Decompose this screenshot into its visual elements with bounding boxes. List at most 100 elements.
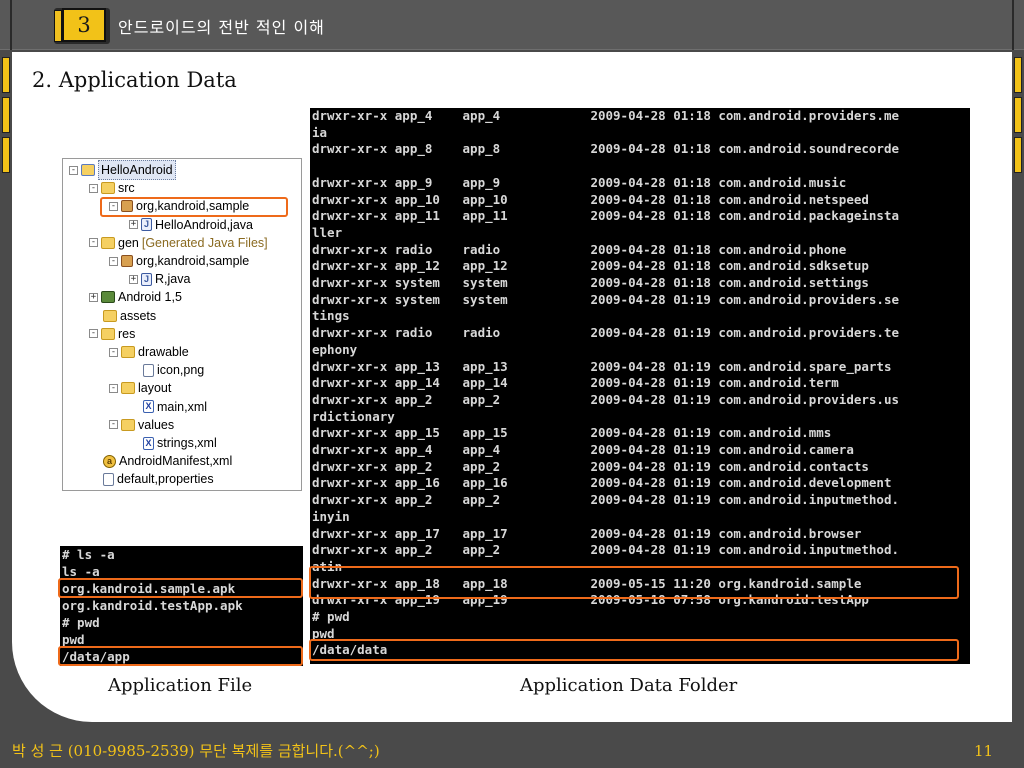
tree-item[interactable]: Xmain,xml (129, 398, 207, 416)
collapse-icon[interactable]: - (109, 383, 118, 393)
file-icon (143, 363, 154, 377)
folder-icon (103, 309, 117, 322)
terminal-line: inyin (312, 508, 350, 524)
terminal-line: drwxr-xr-x app_8 app_8 2009-04-28 01:18 … (312, 141, 899, 157)
package-icon (121, 255, 133, 267)
tree-item[interactable]: + J HelloAndroid,java (129, 216, 253, 234)
tree-item-label: org,kandroid,sample (136, 254, 250, 268)
terminal-line: drwxr-xr-x app_2 app_2 2009-04-28 01:19 … (312, 458, 869, 474)
collapse-icon[interactable]: - (89, 238, 98, 248)
collapse-icon[interactable]: - (69, 165, 78, 175)
tree-item-label: drawable (138, 345, 189, 359)
tree-item-label: main,xml (157, 399, 208, 414)
terminal-line: drwxr-xr-x radio radio 2009-04-28 01:19 … (312, 325, 899, 341)
highlight-app-data-folder (309, 566, 959, 599)
terminal-line: # pwd (62, 615, 100, 630)
highlight-package-src (100, 197, 288, 217)
highlight-data-data-path (309, 639, 959, 661)
footer-page-number: 11 (974, 742, 994, 760)
terminal-line: drwxr-xr-x app_11 app_11 2009-04-28 01:1… (312, 208, 899, 224)
terminal-line: drwxr-xr-x app_17 app_17 2009-04-28 01:1… (312, 525, 862, 541)
folder-icon (101, 236, 115, 249)
tree-item-label: default,properties (117, 472, 214, 487)
tree-item-label: assets (120, 308, 157, 323)
tree-item[interactable]: - drawable (109, 343, 189, 361)
tree-item[interactable]: default,properties (89, 470, 214, 488)
slide-title: 2. Application Data (32, 68, 237, 92)
tree-item[interactable]: - values (109, 416, 174, 434)
collapse-icon[interactable]: - (89, 183, 98, 193)
manifest-icon: a (103, 454, 116, 468)
terminal-line: ia (312, 124, 328, 140)
right-tab-3 (1014, 137, 1022, 173)
tree-item[interactable]: assets (89, 307, 156, 325)
right-tab-1 (1014, 57, 1022, 93)
tree-item[interactable]: - src (89, 179, 135, 197)
highlight-apk-file (58, 578, 303, 598)
chapter-title: 안드로이드의 전반 적인 이해 (118, 18, 325, 37)
xml-file-icon: X (143, 436, 154, 450)
caption-application-data-folder: Application Data Folder (520, 675, 738, 696)
folder-icon (121, 346, 135, 358)
terminal-line: # pwd (312, 609, 350, 624)
tree-item[interactable]: - org,kandroid,sample (109, 252, 249, 270)
terminal-line: org.kandroid.testApp.apk (62, 598, 243, 613)
tree-item-label: R,java (155, 272, 191, 287)
terminal-line: drwxr-xr-x system system 2009-04-28 01:1… (312, 291, 899, 307)
terminal-line: tings (312, 308, 350, 324)
tree-item-label: values (138, 417, 175, 432)
tree-item[interactable]: - layout (109, 379, 171, 397)
collapse-icon[interactable]: - (109, 256, 118, 266)
terminal-line: drwxr-xr-x app_2 app_2 2009-04-28 01:19 … (312, 492, 899, 508)
tree-item[interactable]: - res (89, 325, 135, 343)
tree-item-label: icon,png (157, 363, 205, 378)
collapse-icon[interactable]: - (109, 420, 118, 430)
tree-item[interactable]: Xstrings,xml (129, 434, 217, 452)
terminal-line: drwxr-xr-x system system 2009-04-28 01:1… (312, 275, 869, 290)
terminal-line: drwxr-xr-x app_2 app_2 2009-04-28 01:19 … (312, 391, 899, 407)
tree-item[interactable]: - gen [Generated Java Files] (89, 234, 268, 252)
folder-icon (121, 382, 135, 395)
expand-icon[interactable]: + (129, 274, 138, 284)
left-tab-1 (2, 57, 10, 93)
chapter-number-badge: 3 (62, 8, 106, 42)
terminal-line: rdictionary (312, 408, 395, 424)
terminal-line: drwxr-xr-x app_12 app_12 2009-04-28 01:1… (312, 258, 869, 274)
tree-item[interactable]: + Android 1,5 (89, 288, 182, 306)
tree-item[interactable]: - HelloAndroid (69, 160, 176, 180)
expand-icon[interactable]: + (129, 220, 138, 230)
header-frame-left (10, 0, 12, 50)
tree-item-label: src (118, 181, 135, 196)
slide-header: 3 안드로이드의 전반 적인 이해 (0, 0, 1024, 50)
expand-icon[interactable]: + (89, 292, 98, 302)
terminal-line: drwxr-xr-x app_16 app_16 2009-04-28 01:1… (312, 475, 892, 491)
header-frame-right (1012, 0, 1014, 50)
terminal-line: # ls -a (62, 547, 115, 562)
tree-item-label: strings,xml (157, 436, 217, 450)
right-tab-2 (1014, 97, 1022, 133)
tree-item[interactable]: icon,png (129, 361, 204, 379)
terminal-line: ls -a (62, 564, 100, 579)
caption-application-file: Application File (108, 675, 253, 696)
collapse-icon[interactable]: - (109, 347, 118, 357)
left-tab-2 (2, 97, 10, 133)
terminal-line: drwxr-xr-x app_2 app_2 2009-04-28 01:19 … (312, 542, 899, 558)
folder-icon (101, 327, 115, 340)
tree-item-label: res (118, 326, 136, 341)
terminal-line: ller (312, 224, 343, 240)
file-icon (103, 472, 114, 486)
terminal-line: drwxr-xr-x app_10 app_10 2009-04-28 01:1… (312, 191, 869, 207)
highlight-data-app-path (58, 646, 303, 666)
tree-item-label: layout (138, 381, 172, 396)
terminal-line: ephony (312, 341, 358, 357)
collapse-icon[interactable]: - (89, 329, 98, 339)
tree-item-label: HelloAndroid,java (155, 217, 253, 232)
tree-item-label: HelloAndroid (98, 160, 176, 180)
terminal-line: drwxr-xr-x app_15 app_15 2009-04-28 01:1… (312, 425, 832, 441)
terminal-line: drwxr-xr-x app_4 app_4 2009-04-28 01:19 … (312, 442, 854, 457)
footer-author: 박 성 근 (010-9985-2539) 무단 복제를 금합니다.(^^;) (12, 742, 380, 760)
java-file-icon: J (141, 218, 152, 232)
tree-item[interactable]: + J R,java (129, 270, 190, 288)
terminal-line: drwxr-xr-x app_14 app_14 2009-04-28 01:1… (312, 375, 839, 391)
tree-item[interactable]: a AndroidManifest,xml (89, 452, 232, 470)
